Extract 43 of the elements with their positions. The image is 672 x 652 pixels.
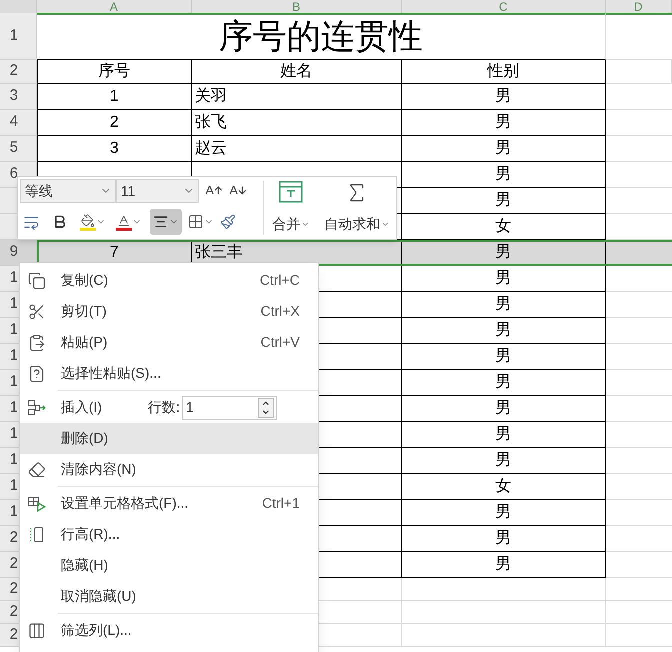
table-cell: 男 [402, 136, 606, 162]
menu-item-label: 选择性粘贴(S)... [61, 364, 162, 383]
menu-item-label: 剪切(T) [61, 302, 107, 321]
table-cell: 赵云 [192, 136, 402, 162]
table-cell: 男 [402, 110, 606, 136]
shortcut-label: Ctrl+C [260, 271, 300, 290]
menu-item-label: 设置单元格格式(F)... [61, 494, 189, 513]
table-cell: 男 [402, 266, 606, 292]
table-cell: 1 [38, 84, 192, 110]
menu-item-label: 复制(C) [61, 271, 108, 290]
table-cell: 男 [402, 344, 606, 370]
shortcut-label: Ctrl+V [260, 333, 300, 352]
table-cell: 女 [402, 214, 606, 240]
font-size-value: 11 [121, 182, 136, 200]
menu-item-label: 筛选列(L)... [61, 621, 132, 640]
table-cell: 男 [402, 188, 606, 214]
table-cell: 3 [38, 136, 192, 162]
table-cell: 女 [402, 474, 606, 500]
table-cell: 2 [38, 110, 192, 136]
table-cell: 关羽 [192, 84, 402, 110]
table-cell: 男 [402, 552, 606, 578]
shortcut-label: Ctrl+X [260, 302, 300, 321]
shortcut-label: Ctrl+1 [262, 494, 300, 513]
table-cell: 男 [402, 318, 606, 344]
table-cell: 男 [402, 84, 606, 110]
table-cell: 男 [402, 162, 606, 188]
table-cell: 男 [402, 396, 606, 422]
table-cell: 男 [402, 526, 606, 552]
menu-item-label: 取消隐藏(U) [61, 587, 136, 606]
sheet-title: 序号的连贯性 [37, 13, 606, 60]
menu-item-label: 隐藏(H) [61, 556, 108, 575]
menu-item-label: 行高(R)... [61, 525, 120, 544]
table-cell: 张飞 [192, 110, 402, 136]
table-cell: 男 [402, 292, 606, 318]
menu-item-label: 粘贴(P) [61, 333, 108, 352]
menu-item-label: 清除内容(N) [61, 460, 136, 479]
menu-item-label: 插入(I) [61, 398, 102, 417]
table-cell: 男 [402, 448, 606, 474]
menu-item-label: 删除(D) [61, 429, 108, 448]
table-cell: 男 [402, 422, 606, 448]
table-cell: 男 [402, 370, 606, 396]
row-count-label: 行数: [148, 398, 180, 417]
table-cell: 男 [402, 500, 606, 526]
